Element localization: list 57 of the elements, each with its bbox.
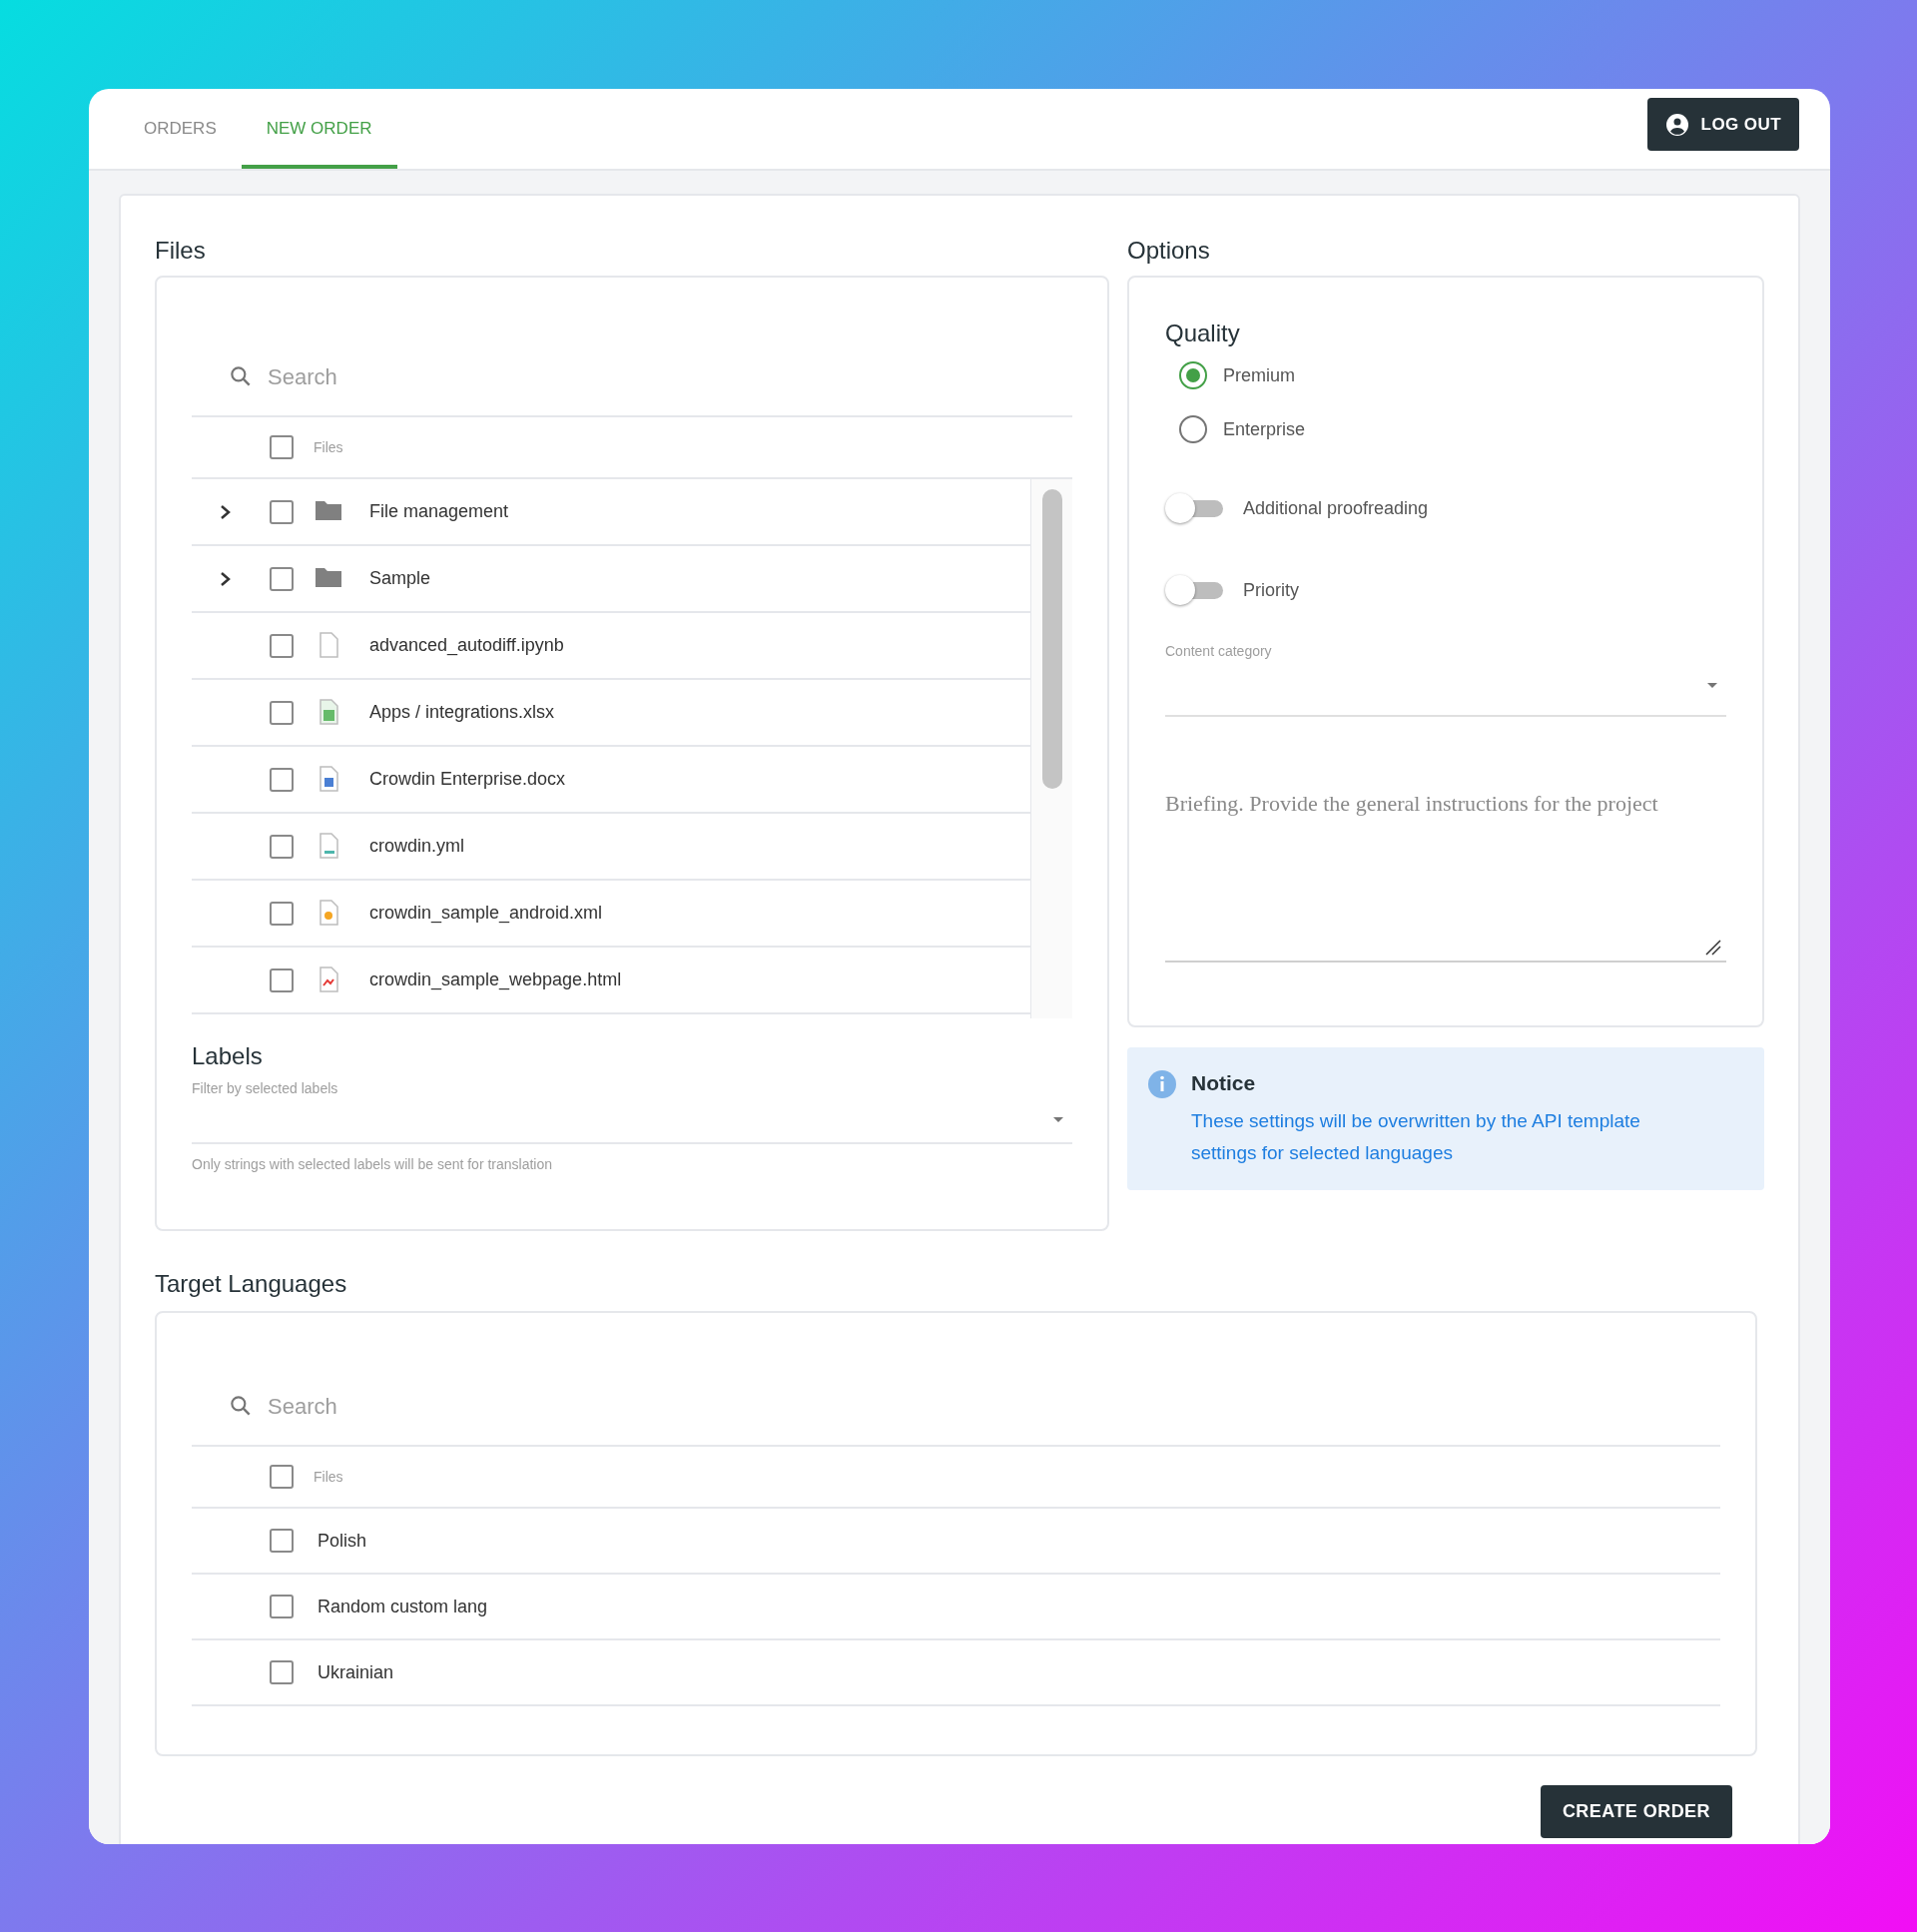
checkbox[interactable] xyxy=(270,1529,294,1553)
checkbox[interactable] xyxy=(270,700,294,725)
section-title: Files xyxy=(155,236,207,266)
field-label: Filter by selected labels xyxy=(192,1079,338,1098)
scrollbar[interactable] xyxy=(1030,479,1072,1018)
briefing-textarea[interactable]: Briefing. Provide the general instructions for the project xyxy=(1165,787,1726,963)
checkbox[interactable] xyxy=(270,435,294,459)
checkbox[interactable] xyxy=(270,499,294,524)
account-icon xyxy=(1664,112,1689,137)
language-name[interactable]: Ukrainian xyxy=(318,1658,394,1686)
search-field[interactable]: Search xyxy=(268,359,767,393)
file-name[interactable]: crowdin.yml xyxy=(369,833,465,860)
toggle-switch[interactable] xyxy=(1165,493,1223,523)
checkbox[interactable] xyxy=(270,834,294,859)
checkbox[interactable] xyxy=(270,566,294,591)
info-icon xyxy=(1147,1069,1177,1099)
file-name[interactable]: advanced_autodiff.ipynb xyxy=(369,632,564,659)
file-name[interactable]: crowdin_sample_android.xml xyxy=(369,900,603,927)
logout-button[interactable]: LOG OUT xyxy=(1646,98,1799,151)
column-header: Files xyxy=(314,1467,343,1487)
section-title: Labels xyxy=(192,1041,264,1071)
dropdown-caret-icon xyxy=(1706,682,1718,689)
radio-label: Enterprise xyxy=(1223,417,1306,441)
checkbox[interactable] xyxy=(270,901,294,926)
toggle-label: Priority xyxy=(1243,578,1299,602)
search-field[interactable]: Search xyxy=(268,1389,767,1423)
notice-title: Notice xyxy=(1191,1070,1257,1096)
resize-handle-icon[interactable] xyxy=(1704,939,1722,957)
radio-label: Premium xyxy=(1223,363,1295,387)
dropdown-caret-icon xyxy=(1052,1116,1064,1123)
toggle-switch[interactable] xyxy=(1165,575,1223,605)
toggle-label: Additional proofreading xyxy=(1243,496,1429,520)
checkbox[interactable] xyxy=(270,1465,294,1489)
file-name[interactable]: crowdin_sample_webpage.html xyxy=(369,966,622,993)
chevron-right-icon[interactable] xyxy=(220,570,232,587)
folder-name[interactable]: Sample xyxy=(369,565,431,592)
file-name[interactable]: Crowdin Enterprise.docx xyxy=(369,766,566,793)
column-header: Files xyxy=(314,437,343,457)
checkbox[interactable] xyxy=(270,767,294,792)
checkbox[interactable] xyxy=(270,1660,294,1684)
helper-text: Only strings with selected labels will be sent for translation xyxy=(192,1155,554,1174)
radio-button[interactable] xyxy=(1179,361,1207,389)
section-title: Options xyxy=(1127,236,1211,266)
file-name[interactable]: Apps / integrations.xlsx xyxy=(369,699,555,726)
language-name[interactable]: Polish xyxy=(318,1527,367,1555)
field-label: Content category xyxy=(1165,642,1272,661)
checkbox[interactable] xyxy=(270,1595,294,1618)
create-order-button[interactable]: CREATE ORDER xyxy=(1540,1785,1732,1838)
radio-button[interactable] xyxy=(1179,415,1207,443)
language-name[interactable]: Random custom lang xyxy=(318,1593,488,1620)
section-title: Target Languages xyxy=(155,1269,348,1299)
chevron-right-icon[interactable] xyxy=(220,503,232,520)
folder-name[interactable]: File management xyxy=(369,498,509,525)
notice-text: These settings will be overwritten by the API template settings for selected languages xyxy=(1191,1108,1641,1165)
checkbox[interactable] xyxy=(270,967,294,992)
checkbox[interactable] xyxy=(270,633,294,658)
quality-heading: Quality xyxy=(1165,319,1241,348)
